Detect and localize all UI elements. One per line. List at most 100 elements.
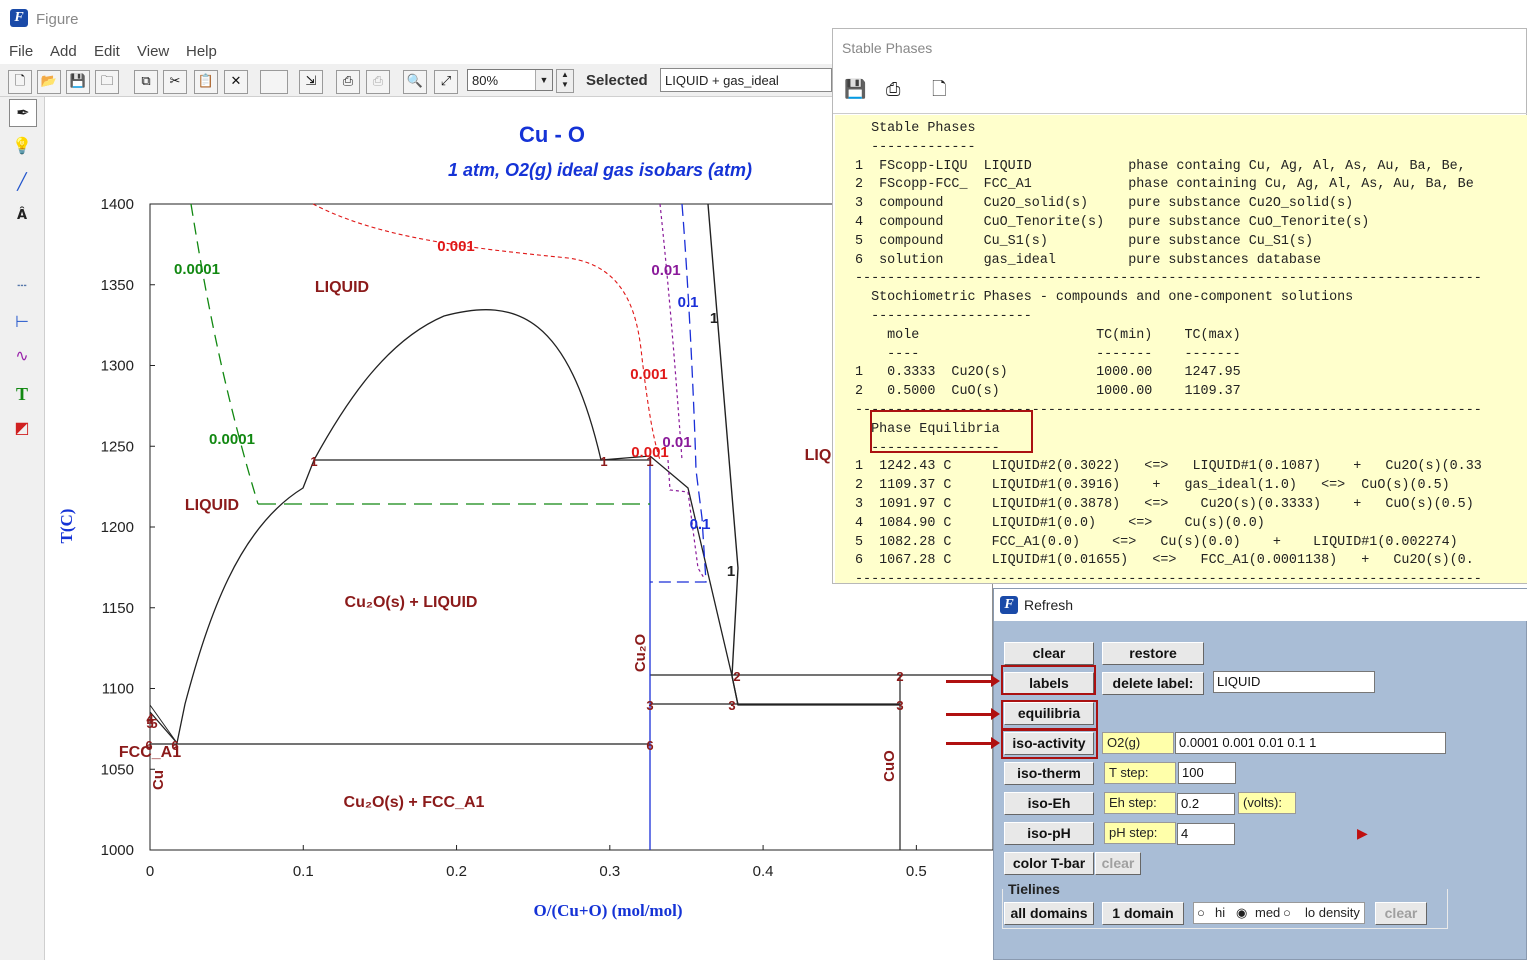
text-box-tool-icon[interactable]: Â (9, 203, 35, 229)
zoom-spinner[interactable]: ▲ ▼ (556, 69, 574, 93)
stable-phases-line: Stable Phases (855, 121, 976, 136)
region-label: LIQ (805, 447, 832, 464)
new-document-icon[interactable]: 🗋 (932, 79, 946, 99)
print-preview-icon[interactable]: ⎙ (366, 70, 390, 94)
phase-equilibria-highlight (870, 410, 1033, 453)
invariant-number: 1 (646, 454, 653, 469)
dotted-line-tool-icon[interactable]: ┄ (9, 273, 35, 299)
isobar-label: 0.1 (678, 294, 699, 311)
refresh-plot-icon[interactable]: ⇲ (299, 70, 323, 94)
line-tool-icon[interactable]: ╱ (9, 169, 35, 195)
menu-add[interactable]: Add (50, 43, 77, 60)
y-tick-label: 1050 (101, 761, 134, 778)
isobar-label: 1 (727, 563, 735, 580)
figure-window-title: Figure (36, 11, 79, 28)
t-step-input[interactable]: 100 (1178, 762, 1236, 784)
y-tick-label: 1100 (102, 681, 134, 698)
refresh-title-bar: F Refresh (994, 589, 1527, 621)
x-tick-label: 0 (146, 863, 154, 880)
delete-label-button[interactable]: delete label: (1102, 672, 1204, 695)
invariant-number: 2 (896, 669, 903, 684)
new-file-icon[interactable]: 🗋 (8, 70, 32, 94)
ph-step-input[interactable]: 4 (1177, 823, 1235, 845)
open-folder-icon[interactable]: 📂 (37, 70, 61, 94)
radio-med[interactable]: ◉ (1236, 903, 1247, 923)
stable-phases-title-bar: Stable Phases (833, 29, 1527, 67)
delete-icon[interactable]: ✕ (224, 70, 248, 94)
y-tick-label: 1400 (101, 196, 134, 213)
t-step-label: T step: (1104, 762, 1176, 784)
isobar-0.001-curve (312, 203, 661, 461)
color-tbar-button[interactable]: color T-bar (1004, 852, 1094, 875)
stable-phases-line: Stochiometric Phases - compounds and one… (855, 290, 1354, 306)
radio-hi[interactable]: ○ (1197, 903, 1205, 923)
folder-icon[interactable]: 🗀 (95, 70, 119, 94)
zoom-value: 80% (472, 73, 499, 88)
iso-therm-button[interactable]: iso-therm (1004, 762, 1094, 785)
radio-lo[interactable]: ○ (1283, 903, 1291, 923)
menu-help[interactable]: Help (186, 43, 217, 60)
isobar-label: 0.0001 (209, 431, 255, 448)
clear-button[interactable]: clear (1004, 642, 1094, 665)
labels-highlight (1001, 665, 1096, 695)
x-axis-label: O/(Cu+O) (mol/mol) (534, 901, 683, 920)
invariant-number: 5 (150, 716, 157, 731)
arrow-equilibria-icon (946, 708, 1000, 720)
all-domains-button[interactable]: all domains (1004, 902, 1094, 925)
delete-label-input[interactable]: LIQUID (1213, 671, 1375, 693)
isobar-0.0001-curve (190, 203, 259, 505)
volts-label: (volts): (1238, 792, 1296, 814)
save-icon[interactable]: 💾 (844, 79, 866, 99)
zoom-icon[interactable]: 🔍 (403, 70, 427, 94)
menu-edit[interactable]: Edit (94, 43, 120, 60)
lightbulb-tool-icon[interactable]: 💡 (9, 133, 35, 159)
iso-eh-button[interactable]: iso-Eh (1004, 792, 1094, 815)
stable-phases-text: Stable Phases ------------- 1 FScopp-LIQU… (835, 115, 1527, 583)
stable-phases-line: mole TC(min) TC(max) (855, 327, 1241, 343)
selected-value-field[interactable]: LIQUID + gas_ideal (660, 68, 832, 92)
arrow-iso-activity-icon (946, 737, 1000, 749)
one-domain-button[interactable]: 1 domain (1102, 902, 1184, 925)
stable-phases-line: 3 1091.97 C LIQUID#1(0.3878) <=> Cu2O(s)… (855, 497, 1474, 512)
iso-activity-values-input[interactable]: 0.0001 0.001 0.01 0.1 1 (1175, 732, 1446, 754)
cut-icon[interactable]: ✂ (163, 70, 187, 94)
print-icon[interactable]: ⎙ (336, 70, 360, 94)
pen-tool-icon[interactable]: ✒ (9, 99, 37, 127)
menu-view[interactable]: View (137, 43, 169, 60)
save-icon[interactable]: 💾 (66, 70, 90, 94)
blank-tool-icon[interactable] (260, 70, 288, 94)
stable-phases-line: ----------------------------------------… (855, 271, 1482, 287)
shapes-tool-icon[interactable]: ◩ (9, 415, 35, 441)
menu-file[interactable]: File (9, 43, 33, 60)
chevron-down-icon[interactable]: ▼ (535, 70, 552, 90)
stable-phases-line: ----------------------------------------… (855, 572, 1482, 583)
region-label: Cu₂O(s) + LIQUID (345, 594, 478, 611)
zoom-select[interactable]: 80% ▼ (467, 69, 553, 91)
iso-ph-button[interactable]: iso-pH (1004, 822, 1094, 845)
copy-icon[interactable]: ⧉ (134, 70, 158, 94)
eh-step-input[interactable]: 0.2 (1177, 793, 1235, 815)
phase-label: Cu₂O (632, 634, 649, 673)
ph-step-label: pH step: (1104, 822, 1176, 844)
y-tick-label: 1250 (101, 438, 134, 455)
clear-tielines-button[interactable]: clear (1375, 902, 1427, 925)
paste-icon[interactable]: 📋 (194, 70, 218, 94)
clear-tbar-button[interactable]: clear (1095, 852, 1141, 875)
fit-zoom-icon[interactable]: ⤢ (434, 70, 458, 94)
iso-activity-species-field[interactable]: O2(g) (1102, 732, 1174, 754)
y-tick-label: 1200 (101, 519, 134, 536)
print-icon[interactable]: ⎙ (886, 79, 900, 99)
isobar-label: 0.01 (651, 262, 680, 279)
invariant-number: 6 (145, 738, 152, 753)
app-logo-icon: F (10, 9, 28, 27)
isobar-label: 0.001 (437, 238, 475, 255)
restore-button[interactable]: restore (1102, 642, 1204, 665)
play-arrow-icon[interactable]: ▶ (1357, 825, 1368, 842)
region-label: LIQUID (315, 279, 369, 296)
stable-phases-line: 1 1242.43 C LIQUID#2(0.3022) <=> LIQUID#… (855, 459, 1482, 475)
text-tool-icon[interactable]: T (9, 381, 35, 407)
figure-toolbar: 🗋 📂 💾 🗀 ⧉ ✂ 📋 ✕ ⇲ ⎙ ⎙ 🔍 ⤢ 80% ▼ ▲ ▼ Selec… (0, 64, 832, 97)
curve-tool-icon[interactable]: ∿ (9, 343, 35, 369)
stable-phases-line: 3 compound Cu2O_solid(s) pure substance … (855, 196, 1354, 212)
dimension-tool-icon[interactable]: ⊢ (9, 309, 35, 335)
